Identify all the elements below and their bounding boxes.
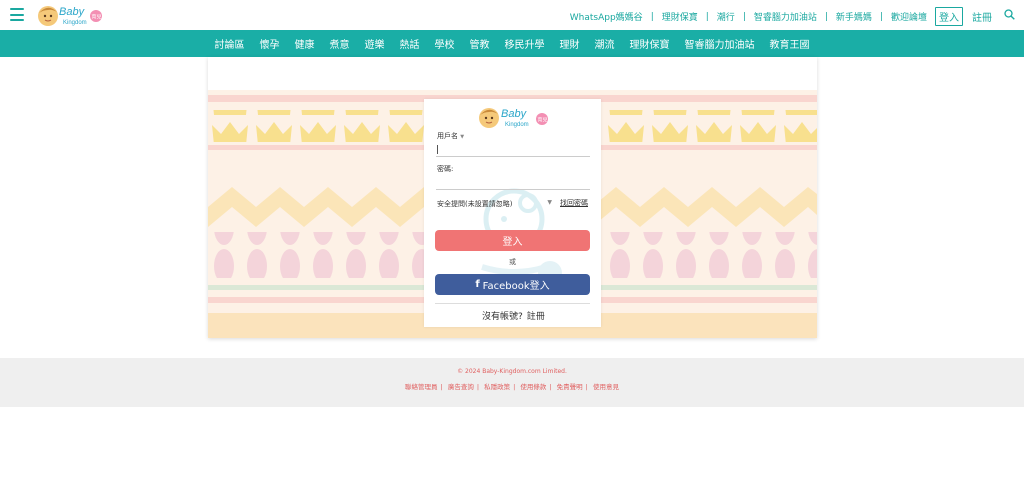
top-link-welcome-forum[interactable]: 歡迎論壇 — [891, 10, 927, 23]
header-register-link[interactable]: 註冊 — [972, 9, 992, 24]
link-separator: | — [742, 11, 746, 22]
top-header: Baby Kingdom 育兒 WhatsApp媽媽谷 | 理財保寶 | 潮行 … — [0, 0, 1024, 30]
nav-item-school[interactable]: 學校 — [435, 36, 455, 51]
footer-link-disclaimer[interactable]: 免責聲明 — [557, 383, 583, 391]
security-question-text: 安全提問(未設置請忽略) — [437, 200, 513, 208]
link-separator: | — [440, 383, 443, 391]
username-label-text: 用戶名 — [437, 132, 458, 140]
footer-link-contact-admin[interactable]: 聯絡管理員 — [405, 383, 438, 391]
username-underline — [436, 156, 590, 157]
nav-item-hot-topics[interactable]: 熱話 — [400, 36, 420, 51]
link-separator: | — [476, 383, 480, 391]
footer-link-terms[interactable]: 使用條款 — [520, 383, 546, 391]
logo-badge: 育兒 — [92, 14, 102, 21]
nav-item-pregnancy[interactable]: 懷孕 — [260, 36, 280, 51]
top-link-whatsapp[interactable]: WhatsApp媽媽谷 — [570, 10, 643, 23]
nav-item-brainpower[interactable]: 智睿腦力加油站 — [685, 36, 755, 51]
card-logo: Baby Kingdom 育兒 — [479, 108, 548, 128]
footer-link-advertising[interactable]: 廣告查詢 — [448, 383, 474, 391]
text-cursor — [437, 145, 438, 154]
chevron-down-icon: ▼ — [547, 199, 552, 206]
security-question-select[interactable]: 安全提問(未設置請忽略) ▼ — [437, 199, 552, 211]
password-input[interactable] — [436, 175, 590, 189]
nav-item-play[interactable]: 遊樂 — [365, 36, 385, 51]
facebook-icon: f — [475, 279, 480, 290]
nav-item-cooking[interactable]: 煮意 — [330, 36, 350, 51]
top-links: WhatsApp媽媽谷 | 理財保寶 | 潮行 | 智睿腦力加油站 | 新手媽媽… — [570, 7, 992, 26]
forgot-password-link[interactable]: 找回密碼 — [560, 198, 588, 208]
register-link[interactable]: 註冊 — [527, 312, 545, 322]
link-separator: | — [549, 383, 552, 391]
chevron-down-icon[interactable]: ▼ — [460, 134, 464, 140]
nav-item-discipline[interactable]: 管教 — [470, 36, 490, 51]
nav-item-finance-insurance[interactable]: 理財保寶 — [630, 36, 670, 51]
nav-item-education-kingdom[interactable]: 教育王國 — [770, 36, 810, 51]
baby-kingdom-logo[interactable]: Baby Kingdom 育兒 — [36, 3, 104, 28]
footer-link-privacy[interactable]: 私隱政策 — [484, 383, 510, 391]
link-separator: | — [513, 383, 516, 391]
main-nav: 討論區 懷孕 健康 煮意 遊樂 熱話 學校 管教 移民升學 理財 潮流 理財保寶… — [0, 30, 1024, 57]
login-button[interactable]: 登入 — [435, 230, 590, 251]
top-link-brainpower[interactable]: 智睿腦力加油站 — [754, 10, 817, 23]
menu-icon[interactable] — [10, 8, 24, 21]
nav-item-health[interactable]: 健康 — [295, 36, 315, 51]
nav-item-forum[interactable]: 討論區 — [215, 36, 245, 51]
footer-link-feedback[interactable]: 使用意見 — [593, 383, 619, 391]
username-label: 用戶名 ▼ — [437, 131, 464, 141]
footer: © 2024 Baby-Kingdom.com Limited. 聯絡管理員 | … — [0, 358, 1024, 407]
header-login-button[interactable]: 登入 — [935, 7, 963, 26]
nav-item-finance[interactable]: 理財 — [560, 36, 580, 51]
top-link-finance[interactable]: 理財保寶 — [662, 10, 698, 23]
top-link-trends[interactable]: 潮行 — [717, 10, 735, 23]
nav-item-fashion[interactable]: 潮流 — [595, 36, 615, 51]
link-separator: | — [879, 11, 883, 22]
username-input[interactable] — [436, 143, 590, 157]
nav-item-immigration[interactable]: 移民升學 — [505, 36, 545, 51]
footer-links: 聯絡管理員 | 廣告查詢 | 私隱政策 | 使用條款 | 免責聲明 | 使用意見 — [0, 381, 1024, 391]
copyright-text: © 2024 Baby-Kingdom.com Limited. — [457, 368, 567, 375]
card-logo-badge: 育兒 — [538, 117, 548, 124]
card-divider — [435, 303, 590, 304]
link-separator: | — [824, 11, 828, 22]
card-logo-subtext: Kingdom — [505, 122, 529, 128]
card-logo-text: Baby — [501, 108, 528, 120]
logo-text: Baby — [59, 6, 86, 18]
password-label: 密碼: — [437, 165, 454, 173]
link-separator: | — [705, 11, 709, 22]
top-link-new-mothers[interactable]: 新手媽媽 — [836, 10, 872, 23]
no-account-prompt: 沒有帳號? 註冊 — [482, 309, 545, 322]
logo-subtext: Kingdom — [63, 20, 87, 26]
facebook-login-button[interactable]: f Facebook登入 — [435, 274, 590, 295]
no-account-text: 沒有帳號? — [482, 312, 523, 322]
link-separator: | — [585, 383, 588, 391]
link-separator: | — [650, 11, 654, 22]
or-divider-text: 或 — [509, 258, 516, 266]
password-underline — [436, 189, 590, 190]
facebook-login-label: Facebook登入 — [482, 281, 550, 292]
search-icon[interactable] — [1004, 9, 1015, 20]
